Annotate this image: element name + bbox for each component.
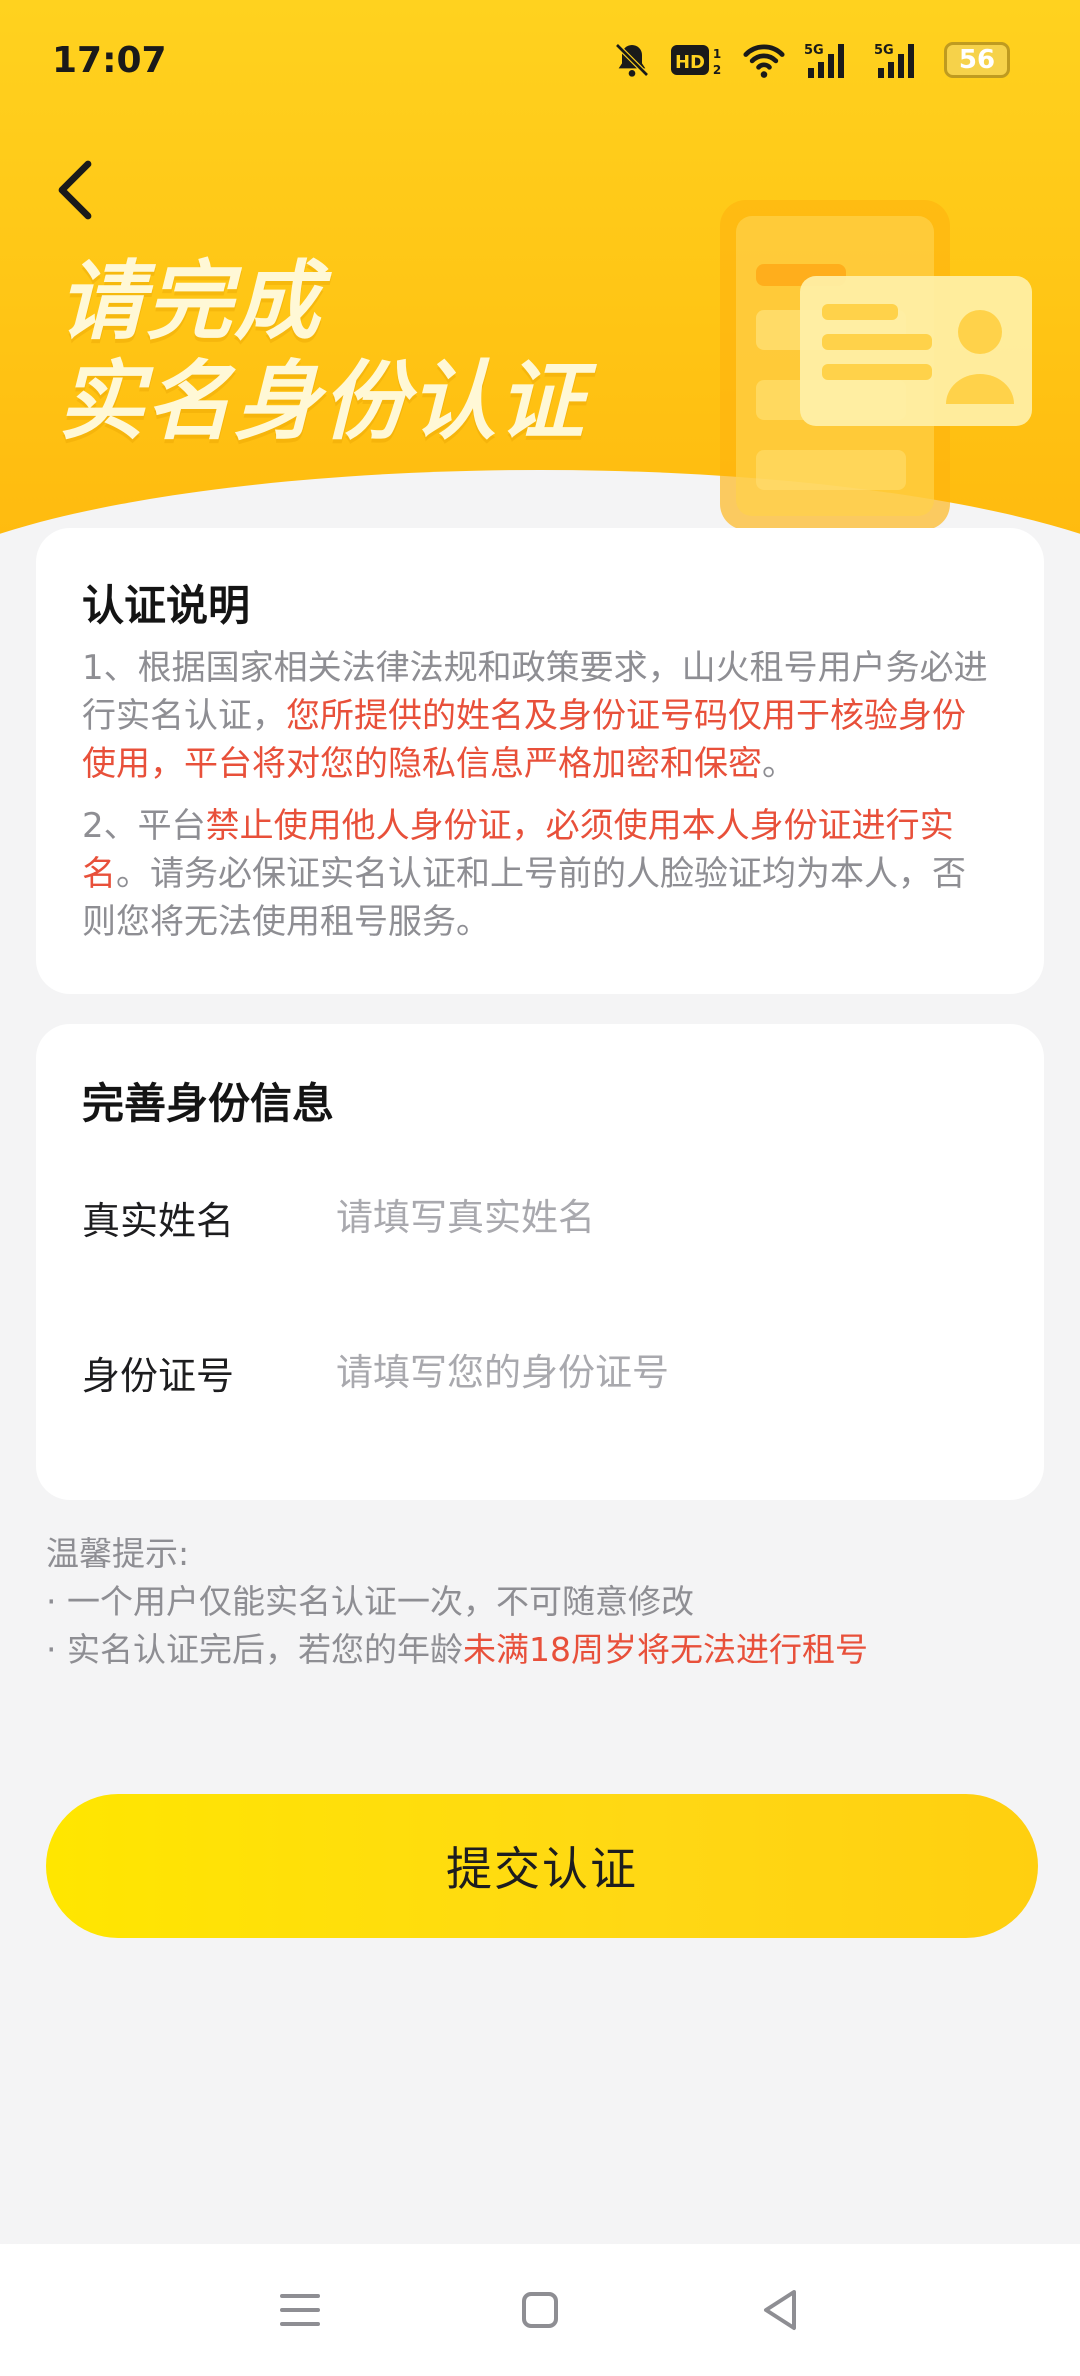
tips-item-1: · 一个用户仅能实名认证一次，不可随意修改 bbox=[46, 1582, 694, 1621]
menu-icon[interactable] bbox=[255, 2265, 345, 2355]
status-bar: 17:07 HD 1 2 5G 5G 56 bbox=[0, 0, 1080, 120]
hero-line-2: 实名身份认证 bbox=[58, 352, 586, 452]
identity-card: 完善身份信息 真实姓名 身份证号 bbox=[36, 1024, 1044, 1500]
hd-icon: HD 1 2 bbox=[670, 40, 724, 80]
tips-item-2-text: · 实名认证完后，若您的年龄 bbox=[46, 1630, 463, 1669]
5g-signal-icon: 5G bbox=[874, 40, 926, 80]
notice-paragraph-1: 1、根据国家相关法律法规和政策要求，山火租号用户务必进行实名认证，您所提供的姓名… bbox=[82, 644, 998, 788]
tips-title: 温馨提示: bbox=[46, 1534, 190, 1573]
identity-title: 完善身份信息 bbox=[82, 1079, 335, 1128]
home-square-icon[interactable] bbox=[495, 2265, 585, 2355]
id-row: 身份证号 bbox=[82, 1302, 998, 1442]
hero-line-1: 请完成 bbox=[58, 252, 322, 352]
back-triangle-icon[interactable] bbox=[735, 2265, 825, 2355]
notice-paragraph-2: 2、平台禁止使用他人身份证，必须使用本人身份证进行实名。请务必保证实名认证和上号… bbox=[82, 802, 998, 946]
id-label: 身份证号 bbox=[82, 1353, 235, 1398]
svg-text:5G: 5G bbox=[874, 43, 894, 58]
notice-p1-end: 。 bbox=[762, 744, 796, 784]
tips-section: 温馨提示: · 一个用户仅能实名认证一次，不可随意修改 · 实名认证完后，若您的… bbox=[46, 1530, 868, 1674]
hero-title: 请完成 实名身份认证 bbox=[58, 252, 586, 452]
wifi-icon bbox=[742, 40, 786, 80]
system-nav-bar bbox=[0, 2244, 1080, 2376]
submit-button[interactable]: 提交认证 bbox=[46, 1794, 1038, 1938]
battery-icon: 56 bbox=[944, 42, 1010, 78]
notice-p2-end: 。请务必保证实名认证和上号前的人脸验证均为本人，否则您将无法使用租号服务。 bbox=[82, 854, 966, 942]
mute-bell-icon bbox=[612, 40, 652, 80]
status-icons: HD 1 2 5G 5G 56 bbox=[612, 40, 1010, 80]
status-time: 17:07 bbox=[52, 39, 167, 81]
name-row: 真实姓名 bbox=[82, 1132, 998, 1302]
tips-item-2-highlight: 未满18周岁将无法进行租号 bbox=[462, 1630, 868, 1669]
id-number-input[interactable] bbox=[336, 1350, 998, 1394]
id-card-illustration bbox=[700, 180, 1040, 544]
svg-text:1: 1 bbox=[713, 47, 721, 61]
notice-p2-text: 2、平台 bbox=[82, 806, 206, 846]
svg-text:HD: HD bbox=[675, 52, 705, 73]
5g-signal-icon: 5G bbox=[804, 40, 856, 80]
notice-card: 认证说明 1、根据国家相关法律法规和政策要求，山火租号用户务必进行实名认证，您所… bbox=[36, 528, 1044, 994]
header-banner: 17:07 HD 1 2 5G 5G 56 请完成 实名身份认证 bbox=[0, 0, 1080, 620]
notice-title: 认证说明 bbox=[82, 581, 251, 630]
back-button[interactable] bbox=[34, 150, 114, 230]
svg-text:5G: 5G bbox=[804, 43, 824, 58]
tips-item-2: · 实名认证完后，若您的年龄未满18周岁将无法进行租号 bbox=[46, 1626, 868, 1674]
chevron-left-icon bbox=[58, 160, 92, 220]
svg-text:2: 2 bbox=[713, 63, 721, 77]
name-label: 真实姓名 bbox=[82, 1198, 235, 1243]
name-input[interactable] bbox=[336, 1195, 998, 1239]
